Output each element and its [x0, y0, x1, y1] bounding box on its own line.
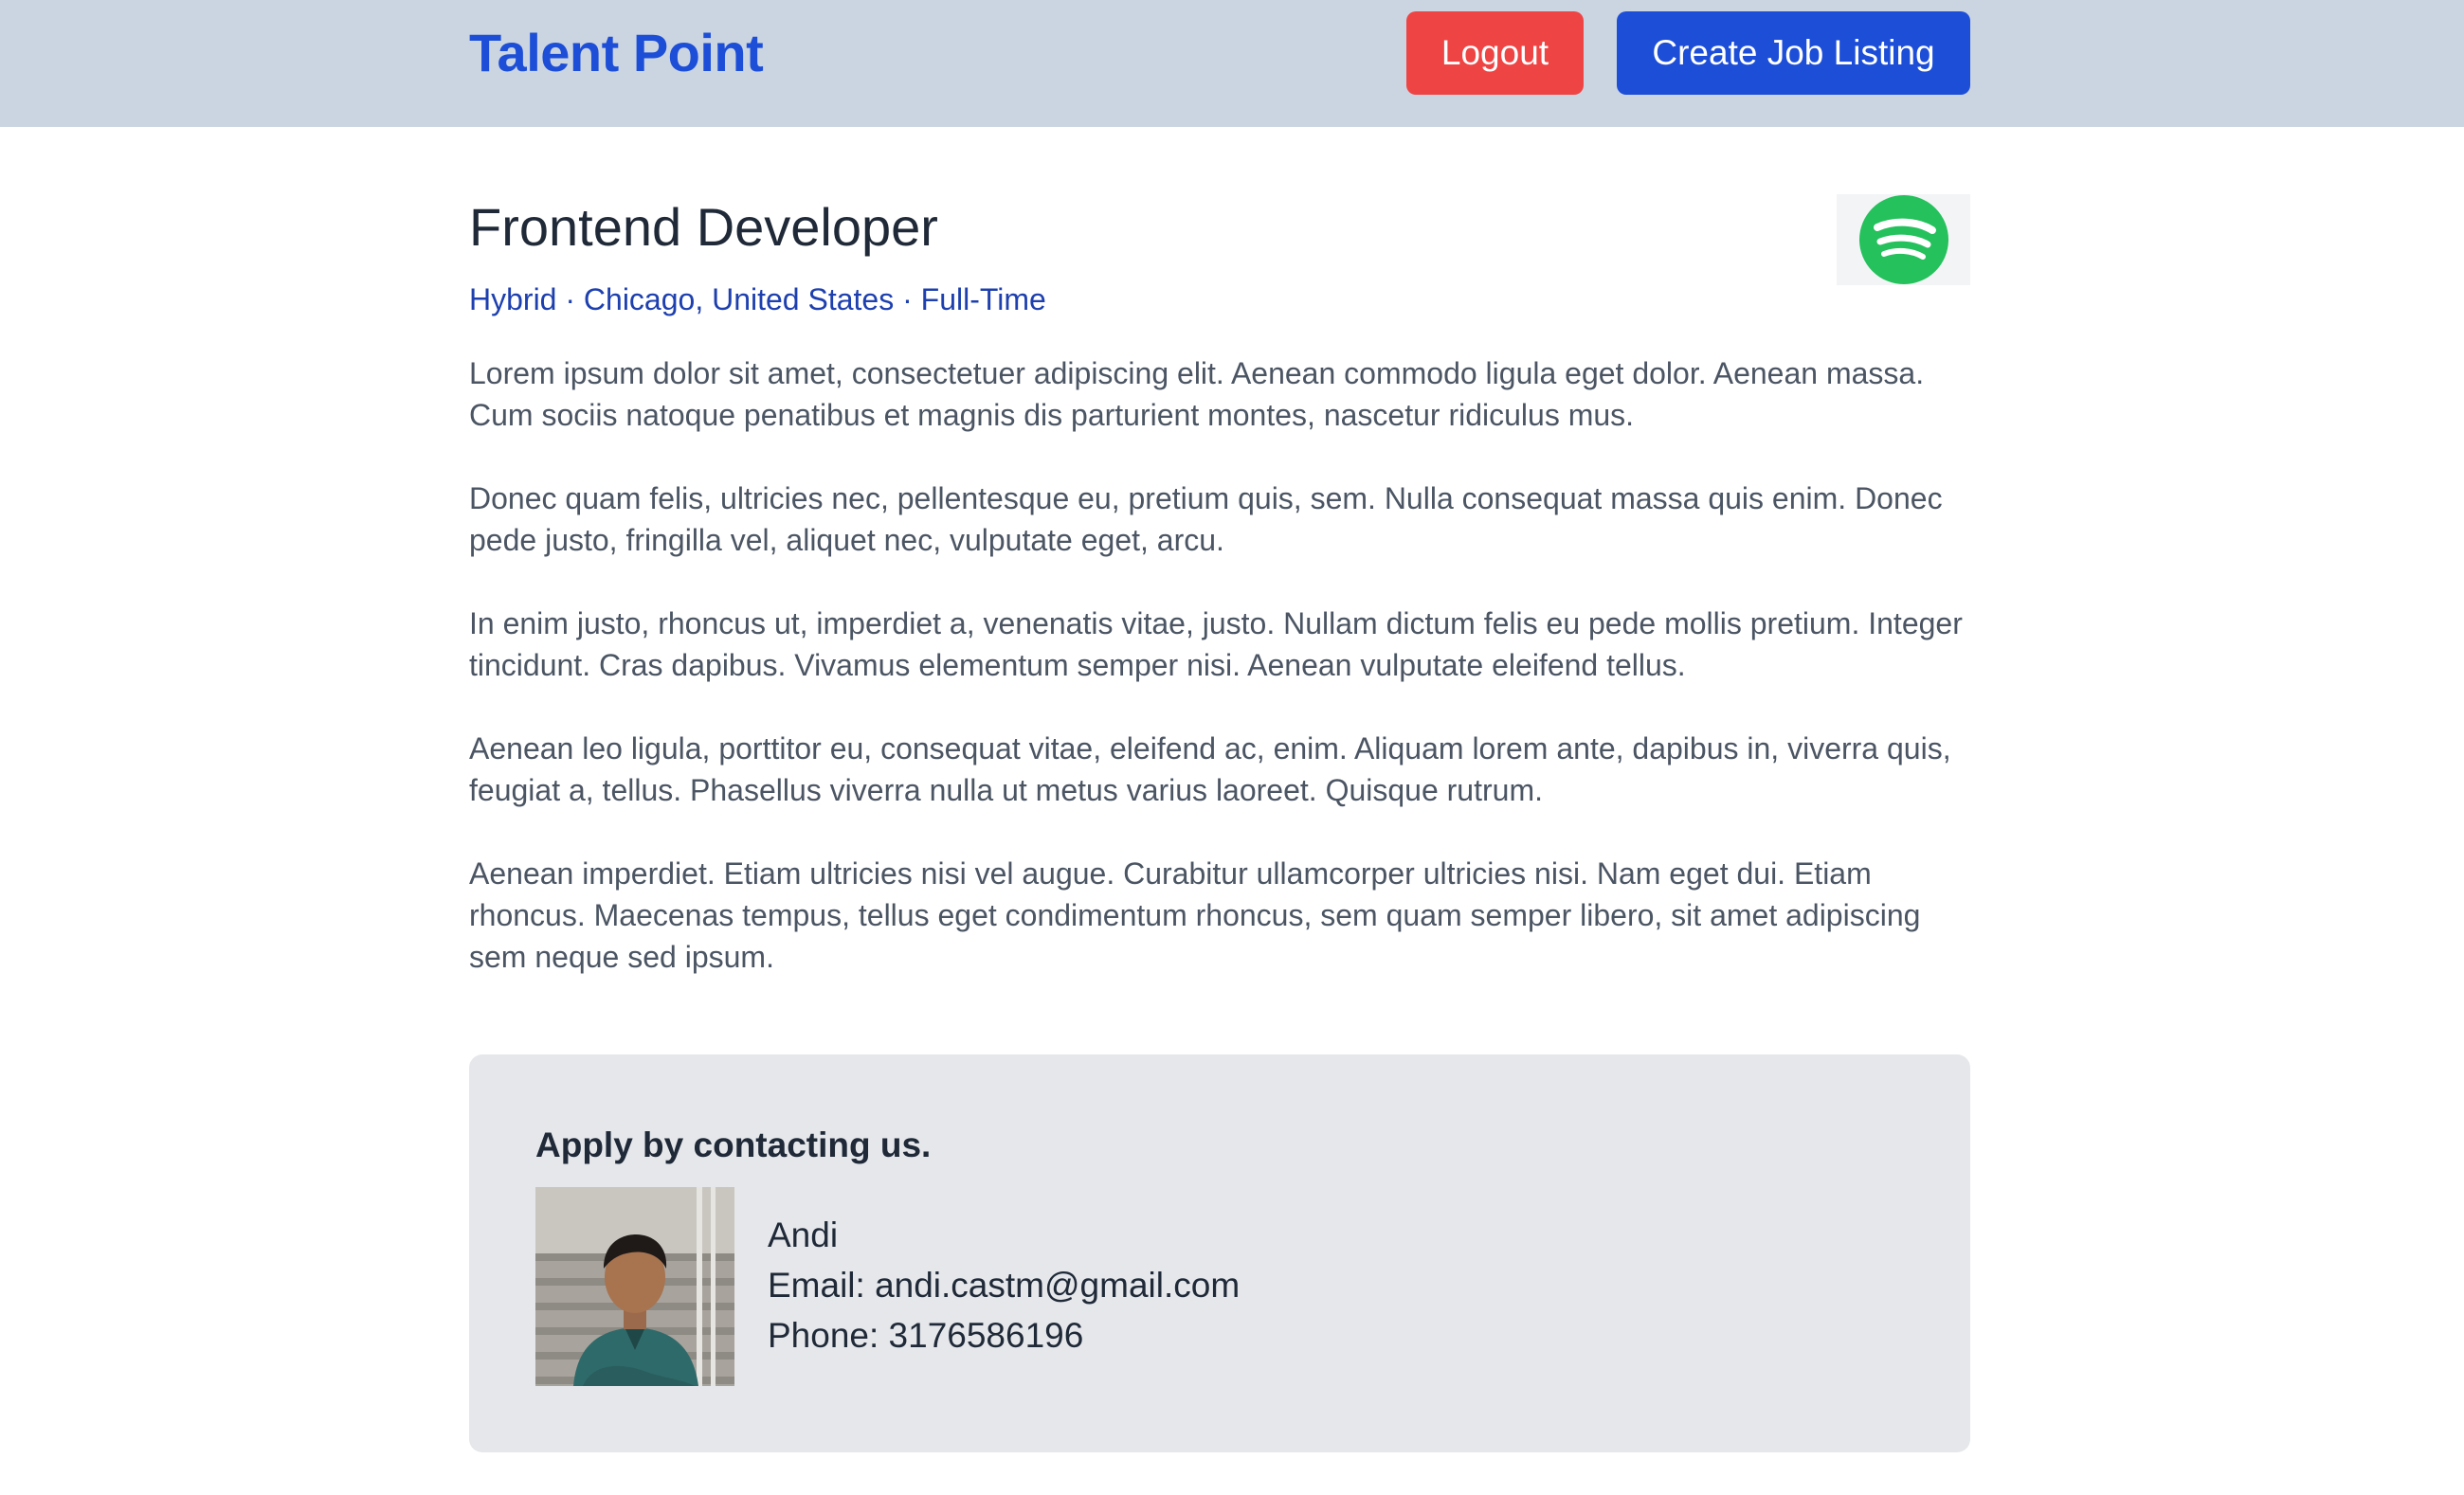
contact-heading: Apply by contacting us. [535, 1126, 932, 1164]
description-paragraph: In enim justo, rhoncus ut, imperdiet a, … [469, 606, 1963, 682]
avatar [535, 1187, 734, 1386]
logout-button[interactable]: Logout [1406, 11, 1584, 95]
job-title: Frontend Developer [469, 197, 938, 257]
description-paragraph: Lorem ipsum dolor sit amet, consectetuer… [469, 356, 1925, 432]
navbar: Talent Point Logout Create Job Listing [0, 0, 2464, 127]
contact-email: Email: andi.castm@gmail.com [768, 1266, 1241, 1305]
spotify-logo-icon [1858, 195, 1948, 284]
contact-card: Apply by contacting us. Andi Email: andi… [469, 1054, 1970, 1452]
description-paragraph: Aenean imperdiet. Etiam ultricies nisi v… [469, 856, 1921, 974]
create-job-listing-button[interactable]: Create Job Listing [1617, 11, 1970, 95]
description-paragraph: Donec quam felis, ultricies nec, pellent… [469, 481, 1943, 557]
job-meta: Hybrid · Chicago, United States · Full-T… [469, 282, 1046, 316]
contact-info: Andi Email: andi.castm@gmail.com Phone: … [768, 1210, 1240, 1360]
contact-name: Andi [768, 1216, 839, 1254]
brand-logo[interactable]: Talent Point [469, 21, 764, 85]
company-logo [1837, 194, 1970, 285]
avatar-photo [535, 1187, 734, 1386]
contact-phone: Phone: 3176586196 [768, 1316, 1084, 1355]
description-paragraph: Aenean leo ligula, porttitor eu, consequ… [469, 731, 1951, 807]
job-description: Lorem ipsum dolor sit amet, consectetuer… [469, 352, 1976, 1019]
